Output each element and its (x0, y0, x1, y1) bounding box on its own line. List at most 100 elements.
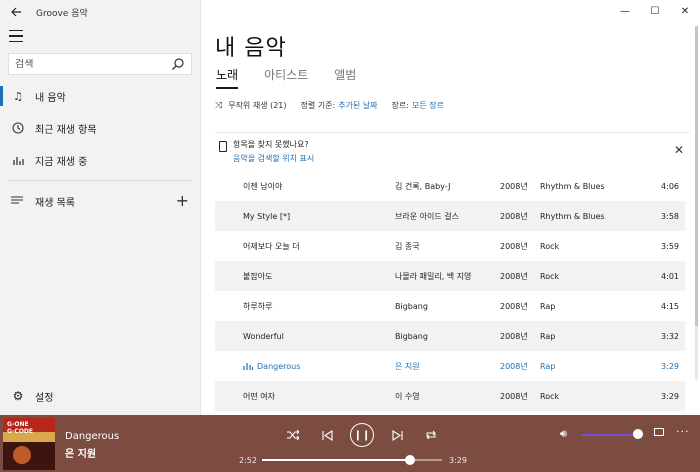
song-title: 하루하루 (243, 301, 273, 311)
song-artist[interactable]: 나몰라 패밀리, 백 지영 (395, 271, 471, 282)
previous-button[interactable] (310, 422, 344, 448)
close-icon[interactable]: ✕ (674, 143, 684, 157)
minimize-button[interactable]: — (610, 0, 640, 22)
song-year: 2008년 (500, 211, 528, 221)
song-row-playing[interactable]: Dangerous 은 지원 2008년 Rap 3:29 (215, 351, 685, 381)
now-playing-title[interactable]: Dangerous (65, 431, 119, 442)
main-content: 내 음악 노래 아티스트 앨범 ⤨ 무작위 재생 (21) 정렬 기준: 추가된… (201, 0, 700, 415)
song-artist[interactable]: Bigbang (395, 302, 428, 311)
music-note-icon: ♫ (13, 89, 23, 103)
search-icon[interactable] (171, 57, 185, 71)
song-duration: 3:59 (661, 241, 679, 251)
sidebar-item-now-playing[interactable]: 지금 재생 중 (0, 144, 201, 176)
song-genre: Rhythm & Blues (540, 211, 605, 221)
seek-bar-fill (262, 459, 410, 461)
song-year: 2008년 (500, 331, 528, 341)
search-input[interactable] (15, 58, 171, 70)
song-row[interactable]: Wonderful Bigbang 2008년 Rap 3:32 (215, 321, 685, 351)
song-genre: Rap (540, 331, 556, 341)
tab-albums[interactable]: 앨범 (334, 66, 356, 89)
sort-dropdown[interactable]: 추가된 날짜 (338, 100, 377, 111)
song-duration: 3:29 (661, 391, 679, 401)
song-artist[interactable]: 브라운 아이드 걸스 (395, 211, 459, 222)
play-pause-button[interactable]: ❙❙ (344, 422, 380, 448)
song-year: 2008년 (500, 301, 528, 311)
tab-songs[interactable]: 노래 (216, 66, 239, 89)
song-artist[interactable]: 이 수영 (395, 391, 420, 402)
genre-dropdown[interactable]: 모든 장르 (412, 100, 444, 111)
sort-label: 정렬 기준: (300, 101, 336, 110)
back-button[interactable] (0, 0, 32, 24)
sidebar: Groove 음악 ♫ 내 음악 최근 재생 항목 지금 재생 중 (0, 0, 201, 415)
total-time: 3:29 (449, 456, 467, 465)
mini-player-icon[interactable] (654, 428, 664, 436)
song-genre: Rock (540, 271, 560, 281)
shuffle-all-button[interactable]: 무작위 재생 (21) (228, 100, 286, 111)
song-genre: Rap (540, 301, 556, 311)
now-playing-artist[interactable]: 은 지원 (65, 445, 96, 460)
song-row[interactable]: 이젠 남이야 김 건록, Baby-J 2008년 Rhythm & Blues… (215, 171, 685, 201)
volume-icon[interactable]: 🔊︎ (560, 427, 567, 441)
shuffle-button[interactable] (276, 422, 310, 448)
song-title: 붙잡아도 (243, 271, 273, 281)
song-title: My Style [*] (243, 211, 291, 221)
app-title: Groove 음악 (36, 8, 88, 19)
shuffle-icon[interactable]: ⤨ (215, 101, 222, 111)
repeat-icon (426, 430, 436, 440)
genre-label: 장르: (391, 101, 409, 110)
song-row[interactable]: 어제보다 오늘 더 김 종국 2008년 Rock 3:59 (215, 231, 685, 261)
song-artist[interactable]: Bigbang (395, 332, 428, 341)
filter-bar: ⤨ 무작위 재생 (21) 정렬 기준: 추가된 날짜 장르: 모든 장르 (215, 100, 444, 111)
song-genre: Rock (540, 241, 560, 251)
song-year: 2008년 (500, 241, 528, 251)
song-title: 이젠 남이야 (243, 181, 283, 191)
song-artist[interactable]: 은 지원 (395, 361, 420, 372)
sidebar-item-label: 재생 목록 (35, 197, 75, 209)
add-playlist-icon[interactable]: + (176, 191, 189, 210)
song-genre: Rock (540, 391, 560, 401)
sidebar-item-settings[interactable]: ⚙ 설정 (0, 382, 201, 410)
volume-slider[interactable] (582, 429, 643, 439)
playlist-icon (11, 196, 25, 206)
seek-bar-thumb[interactable] (404, 455, 415, 465)
close-window-button[interactable]: ✕ (670, 0, 700, 22)
arrow-left-icon (10, 7, 21, 17)
previous-icon (321, 429, 333, 441)
song-duration: 3:29 (661, 361, 679, 371)
next-button[interactable] (380, 422, 414, 448)
tab-artists[interactable]: 아티스트 (264, 66, 308, 89)
song-artist[interactable]: 김 종국 (395, 241, 420, 252)
gear-icon: ⚙ (12, 389, 24, 403)
album-art-text: G-ONE G-CODE (7, 421, 33, 435)
nav-list: ♫ 내 음악 최근 재생 항목 지금 재생 중 재생 목록 + (0, 80, 201, 217)
song-title: Wonderful (243, 331, 284, 341)
sidebar-item-my-music[interactable]: ♫ 내 음악 (0, 80, 201, 112)
sidebar-item-recent[interactable]: 최근 재생 항목 (0, 112, 201, 144)
seek-bar[interactable] (262, 455, 442, 465)
sidebar-item-playlists[interactable]: 재생 목록 + (0, 185, 201, 217)
song-row[interactable]: My Style [*] 브라운 아이드 걸스 2008년 Rhythm & B… (215, 201, 685, 231)
album-art[interactable]: G-ONE G-CODE (3, 418, 55, 470)
notice-banner: 항목을 찾지 못했나요? 음악을 검색할 위치 표시 ✕ (215, 132, 690, 168)
sidebar-item-label: 설정 (35, 392, 54, 404)
song-genre: Rap (540, 361, 556, 371)
scrollbar-thumb[interactable] (695, 26, 698, 326)
scrollbar[interactable] (695, 26, 698, 380)
current-time: 2:52 (239, 456, 257, 465)
song-row[interactable]: 어떤 여자 이 수영 2008년 Rock 3:29 (215, 381, 685, 411)
song-row[interactable]: 하루하루 Bigbang 2008년 Rap 4:15 (215, 291, 685, 321)
divider (8, 180, 193, 181)
song-list: 이젠 남이야 김 건록, Baby-J 2008년 Rhythm & Blues… (215, 171, 685, 411)
song-year: 2008년 (500, 391, 528, 401)
more-options-icon[interactable]: ··· (676, 425, 690, 438)
volume-slider-thumb[interactable] (633, 429, 643, 439)
song-artist[interactable]: 김 건록, Baby-J (395, 181, 450, 192)
notice-link[interactable]: 음악을 검색할 위치 표시 (233, 153, 314, 164)
hamburger-menu-icon[interactable] (9, 30, 23, 42)
window-controls: — ☐ ✕ (610, 0, 700, 22)
song-row[interactable]: 붙잡아도 나몰라 패밀리, 백 지영 2008년 Rock 4:01 (215, 261, 685, 291)
bars-icon (11, 153, 25, 167)
repeat-button[interactable] (414, 422, 448, 448)
song-duration: 3:58 (661, 211, 679, 221)
maximize-button[interactable]: ☐ (640, 0, 670, 22)
